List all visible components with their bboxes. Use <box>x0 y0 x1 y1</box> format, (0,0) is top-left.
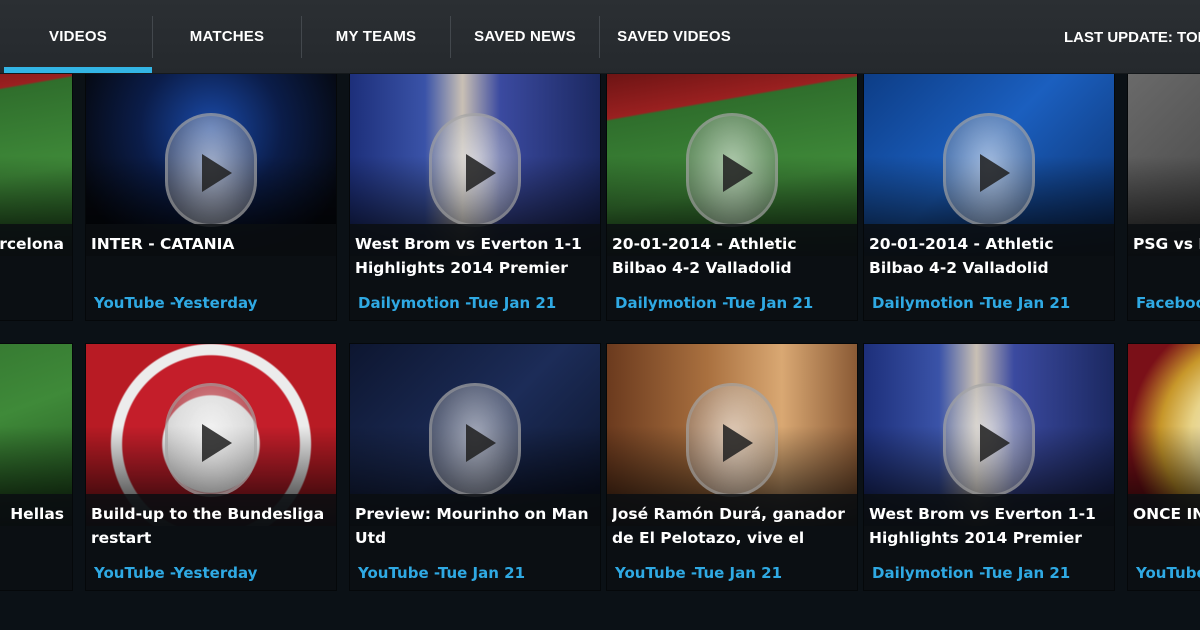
video-card[interactable]: PSG vs Na Highlights Facebook <box>1128 74 1200 320</box>
video-info: INTER - CATANIA YouTube -Yesterday <box>86 224 336 320</box>
play-icon[interactable] <box>686 383 778 497</box>
video-title: 20-01-2014 - Athletic Bilbao 4-2 Vallado… <box>869 235 1054 277</box>
play-icon[interactable] <box>943 383 1035 497</box>
tab-saved-news[interactable]: SAVED NEWS <box>451 0 599 73</box>
video-title: Preview: Mourinho on Man Utd <box>355 505 589 547</box>
video-source: YouTube -Yesterday <box>94 294 258 312</box>
video-info: Barcelona <box>0 224 72 320</box>
video-title: West Brom vs Everton 1-1 Highlights 2014… <box>869 505 1096 547</box>
video-source: YouTube -Tue Jan 21 <box>615 564 783 582</box>
video-source: Facebook <box>1136 294 1200 312</box>
play-icon[interactable] <box>165 383 257 497</box>
video-info: 20-01-2014 - Athletic Bilbao 4-2 Vallado… <box>607 224 857 320</box>
tab-bar: VIDEOS MATCHES MY TEAMS SAVED NEWS SAVED… <box>0 0 1200 74</box>
video-card[interactable]: West Brom vs Everton 1-1 Highlights 2014… <box>864 344 1114 590</box>
tab-saved-videos[interactable]: SAVED VIDEOS <box>600 0 748 73</box>
video-info: Hellas <box>0 494 72 590</box>
last-update-label: LAST UPDATE: TOD <box>1064 29 1200 46</box>
video-title: Hellas <box>10 505 64 523</box>
tab-videos[interactable]: VIDEOS <box>4 0 152 73</box>
video-title: Build-up to the Bundesliga restart <box>91 505 325 547</box>
tab-my-teams[interactable]: MY TEAMS <box>302 0 450 73</box>
video-title: 20-01-2014 - Athletic Bilbao 4-2 Vallado… <box>612 235 797 277</box>
video-source: Dailymotion -Tue Jan 21 <box>872 564 1071 582</box>
video-info: Preview: Mourinho on Man Utd YouTube -Tu… <box>350 494 600 590</box>
video-card[interactable]: 20-01-2014 - Athletic Bilbao 4-2 Vallado… <box>864 74 1114 320</box>
video-card[interactable]: ONCE INICI Madrid YouTube <box>1128 344 1200 590</box>
video-source: YouTube <box>1136 564 1200 582</box>
video-title: West Brom vs Everton 1-1 Highlights 2014… <box>355 235 582 277</box>
video-card[interactable]: INTER - CATANIA YouTube -Yesterday <box>86 74 336 320</box>
play-icon[interactable] <box>429 383 521 497</box>
video-info: José Ramón Durá, ganador de El Pelotazo,… <box>607 494 857 590</box>
play-icon[interactable] <box>686 113 778 227</box>
video-title: Barcelona <box>0 235 64 253</box>
play-icon[interactable] <box>429 113 521 227</box>
video-card[interactable]: Preview: Mourinho on Man Utd YouTube -Tu… <box>350 344 600 590</box>
video-title: José Ramón Durá, ganador de El Pelotazo,… <box>612 505 845 547</box>
video-info: Build-up to the Bundesliga restart YouTu… <box>86 494 336 590</box>
play-icon[interactable] <box>165 113 257 227</box>
video-title: INTER - CATANIA <box>91 235 235 253</box>
video-info: ONCE INICI Madrid YouTube <box>1128 494 1200 590</box>
video-card[interactable]: 20-01-2014 - Athletic Bilbao 4-2 Vallado… <box>607 74 857 320</box>
video-grid: Barcelona INTER - CATANIA YouTube -Yeste… <box>0 74 1200 630</box>
video-card[interactable]: West Brom vs Everton 1-1 Highlights 2014… <box>350 74 600 320</box>
video-source: YouTube -Tue Jan 21 <box>358 564 526 582</box>
video-source: Dailymotion -Tue Jan 21 <box>872 294 1071 312</box>
video-card[interactable]: Build-up to the Bundesliga restart YouTu… <box>86 344 336 590</box>
video-card[interactable]: Barcelona <box>0 74 72 320</box>
video-source: YouTube -Yesterday <box>94 564 258 582</box>
video-info: PSG vs Na Highlights Facebook <box>1128 224 1200 320</box>
video-info: 20-01-2014 - Athletic Bilbao 4-2 Vallado… <box>864 224 1114 320</box>
video-source: Dailymotion -Tue Jan 21 <box>358 294 557 312</box>
video-card[interactable]: Hellas <box>0 344 72 590</box>
video-source: Dailymotion -Tue Jan 21 <box>615 294 814 312</box>
video-info: West Brom vs Everton 1-1 Highlights 2014… <box>864 494 1114 590</box>
play-icon[interactable] <box>943 113 1035 227</box>
active-tab-indicator <box>4 67 152 73</box>
video-info: West Brom vs Everton 1-1 Highlights 2014… <box>350 224 600 320</box>
video-title: PSG vs Na Highlights <box>1133 235 1200 253</box>
video-title: ONCE INICI Madrid <box>1133 505 1200 523</box>
video-card[interactable]: José Ramón Durá, ganador de El Pelotazo,… <box>607 344 857 590</box>
tab-matches[interactable]: MATCHES <box>153 0 301 73</box>
